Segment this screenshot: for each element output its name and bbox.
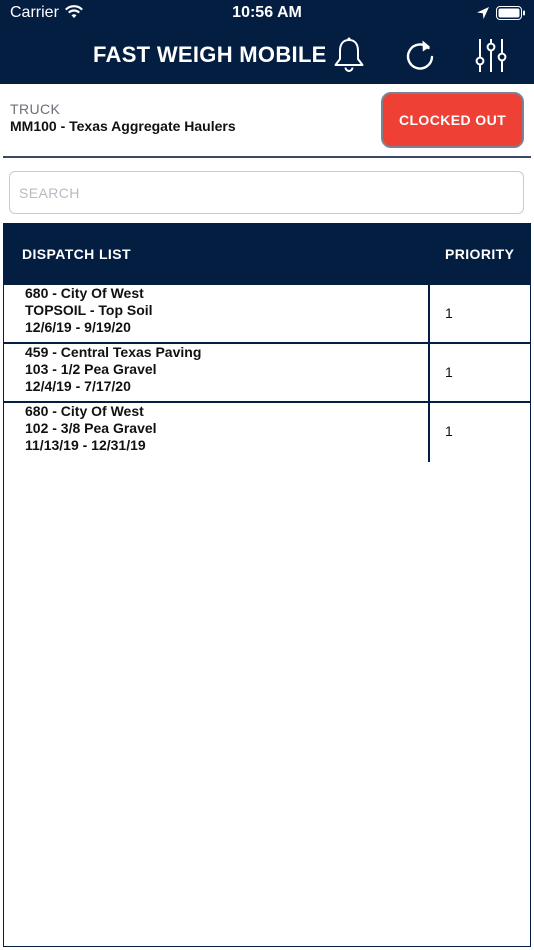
priority-value: 1 bbox=[445, 364, 453, 380]
clock-status-button[interactable]: CLOCKED OUT bbox=[381, 92, 524, 148]
battery-icon bbox=[496, 6, 526, 25]
customer-line: 680 - City Of West bbox=[25, 285, 144, 301]
sliders-icon[interactable] bbox=[474, 36, 508, 74]
priority-value: 1 bbox=[445, 305, 453, 321]
table-row[interactable]: 680 - City Of West TOPSOIL - Top Soil 12… bbox=[4, 285, 530, 344]
column-divider bbox=[428, 285, 430, 344]
nav-bar: FAST WEIGH MOBILE bbox=[0, 28, 534, 84]
table-row[interactable]: 459 - Central Texas Paving 103 - 1/2 Pea… bbox=[4, 344, 530, 403]
priority-value: 1 bbox=[445, 423, 453, 439]
column-header-priority: PRIORITY bbox=[445, 246, 515, 262]
column-divider bbox=[428, 403, 430, 462]
date-range-line: 12/4/19 - 7/17/20 bbox=[25, 378, 131, 394]
truck-label: TRUCK bbox=[10, 101, 61, 117]
status-time: 10:56 AM bbox=[232, 4, 302, 21]
product-line: 103 - 1/2 Pea Gravel bbox=[25, 361, 157, 377]
dispatch-details: 680 - City Of West TOPSOIL - Top Soil 12… bbox=[25, 285, 425, 336]
table-row[interactable]: 680 - City Of West 102 - 3/8 Pea Gravel … bbox=[4, 403, 530, 462]
dispatch-table: DISPATCH LIST PRIORITY 680 - City Of Wes… bbox=[3, 223, 531, 947]
product-line: 102 - 3/8 Pea Gravel bbox=[25, 420, 157, 436]
date-range-line: 11/13/19 - 12/31/19 bbox=[25, 437, 146, 453]
customer-line: 459 - Central Texas Paving bbox=[25, 344, 202, 360]
column-header-dispatch-list: DISPATCH LIST bbox=[22, 246, 131, 262]
section-divider bbox=[3, 156, 531, 158]
location-arrow-icon bbox=[476, 6, 490, 25]
app-title: FAST WEIGH MOBILE bbox=[93, 42, 327, 67]
dispatch-details: 459 - Central Texas Paving 103 - 1/2 Pea… bbox=[25, 344, 425, 395]
table-header: DISPATCH LIST PRIORITY bbox=[4, 223, 530, 285]
status-bar: Carrier 10:56 AM bbox=[0, 0, 534, 28]
customer-line: 680 - City Of West bbox=[25, 403, 144, 419]
truck-value: MM100 - Texas Aggregate Haulers bbox=[10, 118, 236, 134]
bell-icon[interactable] bbox=[332, 36, 366, 74]
product-line: TOPSOIL - Top Soil bbox=[25, 302, 153, 318]
dispatch-details: 680 - City Of West 102 - 3/8 Pea Gravel … bbox=[25, 403, 425, 454]
refresh-icon[interactable] bbox=[403, 36, 437, 74]
truck-info: TRUCK MM100 - Texas Aggregate Haulers bbox=[10, 101, 236, 134]
app-header: Carrier 10:56 AM FAST WEIGH MOBILE bbox=[0, 0, 534, 84]
search-input[interactable] bbox=[9, 171, 524, 214]
date-range-line: 12/6/19 - 9/19/20 bbox=[25, 319, 131, 335]
column-divider bbox=[428, 344, 430, 403]
